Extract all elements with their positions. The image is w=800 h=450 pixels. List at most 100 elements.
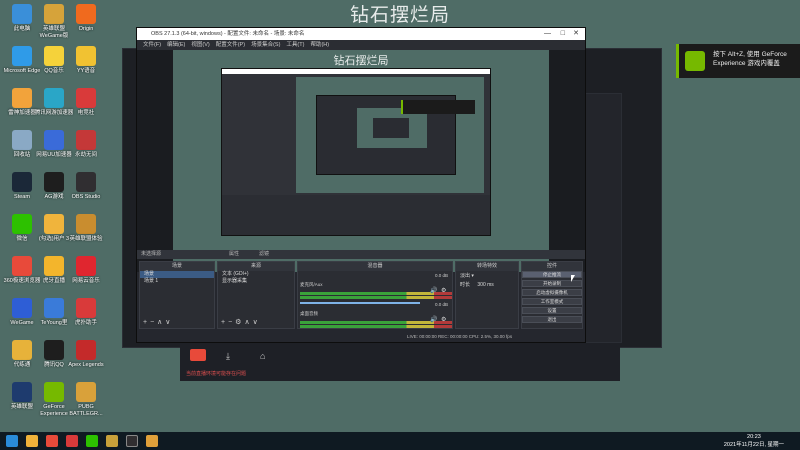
close-icon[interactable]: ✕	[573, 28, 579, 40]
app-icon	[12, 214, 32, 234]
scenes-dock: 场景 场景 场景 1 +−∧∨	[139, 261, 215, 329]
scene-bar-text: 未选择源	[141, 251, 162, 257]
desktop-icon[interactable]: 电竞社	[66, 88, 106, 117]
mixer-channel-desktop: 桌面音频 0.0 dB 🔊 ⚙	[300, 302, 452, 333]
channel-db: 0.0 dB	[434, 302, 448, 307]
gear-icon[interactable]: ⚙	[441, 316, 446, 323]
desktop-icon-label: YY语音	[76, 68, 96, 74]
app-icon	[12, 46, 32, 66]
desktop-icon-label: OBS Studio	[71, 194, 101, 200]
scenes-header: 场景	[140, 262, 214, 271]
app-icon	[76, 172, 96, 192]
nvidia-overlay-toast[interactable]: 按下 Alt+Z, 使用 GeForce Experience 游戏内覆盖	[676, 44, 800, 78]
app-icon	[12, 172, 32, 192]
live-icon[interactable]	[190, 349, 206, 361]
text-source-label: 文本 (GDI+)	[222, 271, 249, 277]
obs-window[interactable]: OBS 27.1.3 (64-bit, windows) - 配置文件: 未命名…	[136, 27, 586, 343]
maximize-icon[interactable]: □	[561, 28, 565, 40]
scene-source-bar: 未选择源 属性 滤镜	[137, 250, 585, 259]
desktop-icon[interactable]: 网易云音乐	[66, 256, 106, 285]
menu-item[interactable]: 文件(F)	[143, 42, 161, 48]
obs-taskbar-icon[interactable]	[126, 435, 138, 447]
transition-duration[interactable]: 时长 300 ms	[456, 282, 518, 289]
mirror-level-2	[296, 77, 484, 193]
scene-tools[interactable]: +−∧∨	[143, 318, 173, 326]
menu-item[interactable]: 工具(T)	[286, 42, 304, 48]
app-icon	[12, 88, 32, 108]
app-icon	[12, 298, 32, 318]
minimize-icon[interactable]: —	[544, 28, 551, 40]
app-icon	[44, 340, 64, 360]
scene-item[interactable]: 场景	[140, 271, 214, 278]
app-icon	[44, 46, 64, 66]
app-icon	[12, 256, 32, 276]
app-icon	[76, 130, 96, 150]
clock-date: 2021年11月22日, 星期一	[723, 442, 784, 448]
desktop-icon[interactable]: Origin	[66, 4, 106, 33]
file-explorer-icon[interactable]	[26, 435, 38, 447]
app-icon	[76, 256, 96, 276]
display-source-label: 显示器采集	[222, 278, 248, 284]
mirror-docks	[222, 195, 490, 235]
exit-button[interactable]: 退出	[522, 316, 582, 323]
wechat-icon[interactable]	[86, 435, 98, 447]
source-item[interactable]: 文本 (GDI+)	[218, 271, 294, 278]
duration-label: 时长	[460, 282, 471, 288]
menu-item[interactable]: 帮助(H)	[310, 42, 329, 48]
share-icon[interactable]: ⌂	[260, 351, 265, 361]
volume-meter	[300, 296, 452, 299]
menu-item[interactable]: 场景集合(S)	[251, 42, 280, 48]
channel-db: 0.0 dB	[434, 273, 448, 278]
desktop-icon[interactable]: 虎扑助手	[66, 298, 106, 327]
windows-start-icon[interactable]	[6, 435, 18, 447]
desktop-icon-label: Origin	[78, 26, 94, 32]
app-icon	[12, 382, 32, 402]
taskbar: 20:23 2021年11月22日, 星期一	[0, 432, 800, 450]
transitions-dock: 转场特效 淡出 ▾ 时长 300 ms	[455, 261, 519, 329]
speaker-icon[interactable]: 🔊	[430, 287, 437, 294]
filters-button[interactable]: 滤镜	[259, 250, 269, 259]
mixer-header: 混音器	[298, 262, 452, 271]
mirror-level-4	[357, 108, 427, 148]
app-icon	[44, 88, 64, 108]
app-icon	[44, 214, 64, 234]
studio-mode-button[interactable]: 工作室模式	[522, 298, 582, 305]
channel-name: 麦克风/Aux	[300, 282, 323, 287]
clock-time: 20:23	[747, 434, 761, 440]
obs-menubar: 文件(F) 编辑(E) 视图(V) 配置文件(P) 场景集合(S) 工具(T) 帮助(H)	[137, 40, 585, 50]
mirror-level-1	[221, 68, 491, 236]
desktop-icon[interactable]: 永劫无间	[66, 130, 106, 159]
menu-item[interactable]: 配置文件(P)	[216, 42, 245, 48]
app-icon	[76, 88, 96, 108]
desktop-icon[interactable]: YY语音	[66, 46, 106, 75]
download-icon[interactable]: ⤓	[226, 351, 230, 362]
obs-preview[interactable]: 钻石摆烂局	[137, 50, 585, 272]
menu-item[interactable]: 视图(V)	[191, 42, 209, 48]
settings-button[interactable]: 设置	[522, 307, 582, 314]
taskbar-clock[interactable]: 20:23 2021年11月22日, 星期一	[724, 433, 784, 449]
properties-button[interactable]: 属性	[229, 250, 239, 259]
nvidia-logo-icon	[685, 51, 705, 71]
mirror-nvidia-toast	[401, 100, 475, 114]
app-icon	[44, 4, 64, 24]
desktop-icon[interactable]: 英雄联盟体验	[66, 214, 106, 243]
speaker-icon[interactable]: 🔊	[430, 316, 437, 323]
app-taskbar-icon[interactable]	[146, 435, 158, 447]
browser-icon[interactable]	[46, 435, 58, 447]
source-item[interactable]: 显示器采集	[218, 278, 294, 285]
desktop-icon[interactable]: OBS Studio	[66, 172, 106, 201]
source-tools[interactable]: +−⚙∧∨	[221, 318, 261, 326]
desktop-icon-label: 电竞社	[77, 110, 95, 116]
app-icon	[44, 130, 64, 150]
toast-text: 按下 Alt+Z, 使用 GeForce Experience 游戏内覆盖	[713, 51, 787, 67]
virtual-camera-button[interactable]: 启动虚拟摄像机	[522, 289, 582, 296]
desktop-icon-label: 永劫无间	[74, 152, 97, 158]
music-icon[interactable]	[66, 435, 78, 447]
menu-item[interactable]: 编辑(E)	[167, 42, 185, 48]
gear-icon[interactable]: ⚙	[441, 287, 446, 294]
desktop-icon[interactable]: Apex Legends	[66, 340, 106, 369]
league-icon[interactable]	[106, 435, 118, 447]
transition-select[interactable]: 淡出 ▾	[456, 273, 518, 280]
scene-item[interactable]: 场景 1	[140, 278, 214, 285]
desktop-icon[interactable]: PUBG BATTLEGR...	[66, 382, 106, 417]
